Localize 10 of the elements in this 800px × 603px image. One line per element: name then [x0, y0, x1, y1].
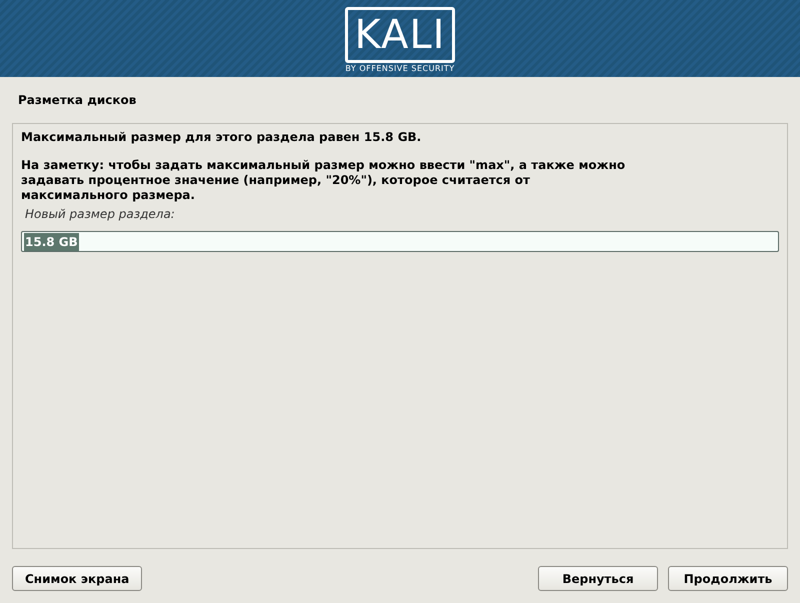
info-text: Максимальный размер для этого раздела равен 15.8 GB.: [21, 130, 422, 145]
logo-tagline: BY OFFENSIVE SECURITY: [345, 65, 455, 73]
dialog-button[interactable]: Снимок экрана: [12, 566, 142, 591]
info-text: На заметку: чтобы задать максимальный размер можно ввести "max", а также можно задавать процентное значение (например, "20%"), которое считается от максимального размера.: [21, 158, 626, 203]
dialog-button[interactable]: Продолжить: [668, 566, 788, 591]
logo-text: KALI: [354, 15, 446, 55]
size-input-field[interactable]: 15.8 GB: [21, 231, 779, 252]
field-label: Новый размер раздела:: [25, 206, 176, 223]
page-title: Разметка дисков: [18, 93, 136, 107]
dialog-button[interactable]: Вернуться: [538, 566, 658, 591]
